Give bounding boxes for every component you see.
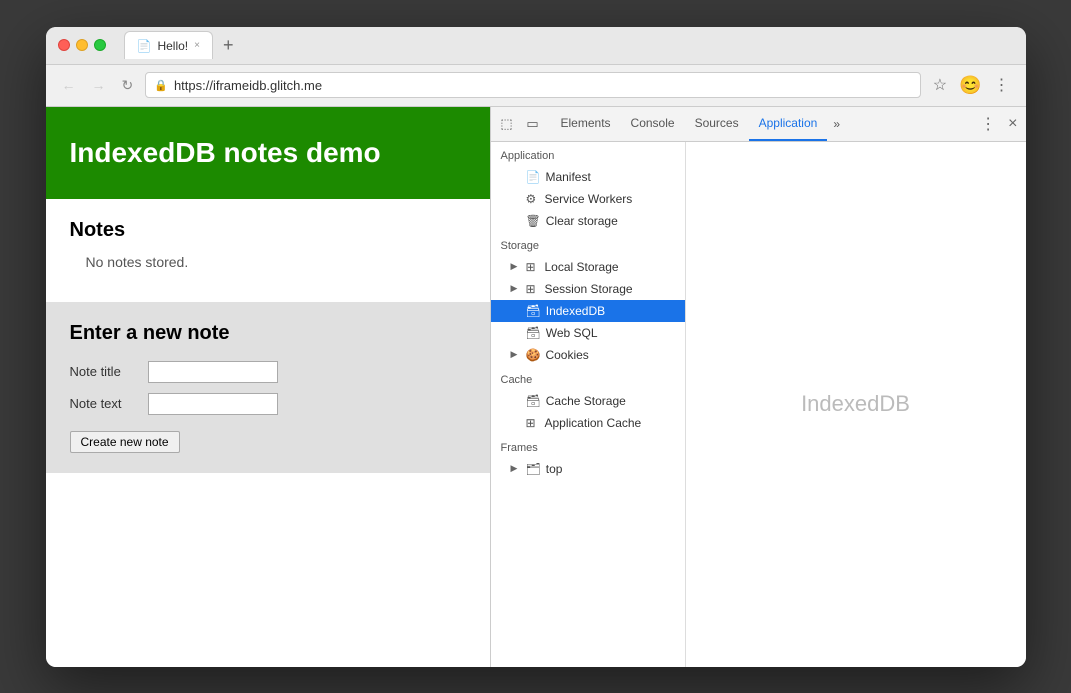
lock-icon: 🔒 [154, 79, 168, 92]
cache-section-label: Cache [491, 366, 685, 390]
sidebar-item-web-sql[interactable]: 🗃 Web SQL [491, 322, 685, 344]
main-area: IndexedDB notes demo Notes No notes stor… [46, 107, 1026, 667]
note-text-label: Note text [70, 396, 140, 411]
manifest-icon: 📄 [526, 170, 541, 184]
tab-close-button[interactable]: × [194, 40, 200, 51]
bookmark-icon[interactable]: ☆ [929, 73, 951, 97]
devtools-content-panel: IndexedDB [686, 142, 1026, 667]
sidebar-item-session-storage[interactable]: ▶ ⊞ Session Storage [491, 278, 685, 300]
tab-bar: 📄 Hello! × + [124, 31, 1014, 59]
no-notes-text: No notes stored. [86, 254, 466, 270]
expand-arrow: ▶ [511, 349, 521, 360]
devtools-sidebar: Application 📄 Manifest ⚙ Service Workers… [491, 142, 686, 667]
devtools-close-icon[interactable]: × [1004, 115, 1021, 133]
local-storage-icon: ⊞ [526, 260, 540, 274]
menu-icon[interactable]: ⋮ [990, 73, 1014, 97]
note-text-row: Note text [70, 393, 466, 415]
clear-storage-icon: 🗑 [526, 214, 541, 228]
new-note-heading: Enter a new note [70, 322, 466, 345]
devtools-body: Application 📄 Manifest ⚙ Service Workers… [491, 142, 1026, 667]
back-button[interactable]: ← [58, 75, 80, 95]
session-storage-icon: ⊞ [526, 282, 540, 296]
sidebar-item-cookies[interactable]: ▶ 🍪 Cookies [491, 344, 685, 366]
tab-application[interactable]: Application [749, 107, 828, 142]
devtools-toolbar-left: ⬚ ▭ [495, 112, 545, 136]
expand-arrow: ▶ [511, 261, 521, 272]
expand-arrow: ▶ [511, 463, 521, 474]
title-bar: 📄 Hello! × + [46, 27, 1026, 65]
address-input[interactable]: 🔒 https://iframeidb.glitch.me [145, 72, 921, 98]
profile-icon[interactable]: 😊 [959, 75, 981, 96]
application-cache-icon: ⊞ [526, 416, 540, 430]
maximize-button[interactable] [94, 39, 106, 51]
notes-heading: Notes [70, 219, 466, 242]
new-note-section: Enter a new note Note title Note text Cr… [46, 302, 490, 473]
new-tab-button[interactable]: + [217, 36, 240, 54]
page-title: IndexedDB notes demo [70, 137, 381, 168]
inspect-element-icon[interactable]: ⬚ [495, 112, 519, 136]
sidebar-item-top[interactable]: ▶ 🗂 top [491, 458, 685, 480]
note-title-row: Note title [70, 361, 466, 383]
notes-section: Notes No notes stored. [70, 219, 466, 270]
sidebar-item-local-storage[interactable]: ▶ ⊞ Local Storage [491, 256, 685, 278]
create-note-button[interactable]: Create new note [70, 431, 180, 453]
minimize-button[interactable] [76, 39, 88, 51]
cookies-icon: 🍪 [526, 348, 541, 362]
url-text: https://iframeidb.glitch.me [174, 78, 322, 93]
address-bar: ← → ↻ 🔒 https://iframeidb.glitch.me ☆ 😊 … [46, 65, 1026, 107]
note-title-label: Note title [70, 364, 140, 379]
sidebar-item-indexeddb[interactable]: 🗃 IndexedDB [491, 300, 685, 322]
tab-title: Hello! [157, 39, 188, 53]
traffic-lights [58, 39, 106, 51]
refresh-button[interactable]: ↻ [118, 75, 138, 96]
device-toggle-icon[interactable]: ▭ [521, 112, 545, 136]
service-workers-icon: ⚙ [526, 192, 540, 206]
more-tabs-button[interactable]: » [827, 117, 846, 131]
browser-tab[interactable]: 📄 Hello! × [124, 31, 213, 59]
webpage: IndexedDB notes demo Notes No notes stor… [46, 107, 491, 667]
frames-icon: 🗂 [526, 462, 541, 476]
sidebar-item-cache-storage[interactable]: 🗃 Cache Storage [491, 390, 685, 412]
tab-console[interactable]: Console [621, 107, 685, 142]
expand-arrow: ▶ [511, 283, 521, 294]
storage-section-label: Storage [491, 232, 685, 256]
tab-sources[interactable]: Sources [685, 107, 749, 142]
browser-window: 📄 Hello! × + ← → ↻ 🔒 https://iframeidb.g… [46, 27, 1026, 667]
tab-favicon: 📄 [137, 39, 152, 53]
sidebar-item-application-cache[interactable]: ⊞ Application Cache [491, 412, 685, 434]
devtools-options-icon[interactable]: ⋮ [976, 114, 1000, 134]
devtools-toolbar-right: ⋮ × [976, 114, 1021, 134]
devtools-panel: ⬚ ▭ Elements Console Sources Application… [491, 107, 1026, 667]
frames-section-label: Frames [491, 434, 685, 458]
indexeddb-placeholder-text: IndexedDB [801, 391, 910, 417]
application-section-label: Application [491, 142, 685, 166]
web-sql-icon: 🗃 [526, 326, 541, 340]
sidebar-item-manifest[interactable]: 📄 Manifest [491, 166, 685, 188]
page-header: IndexedDB notes demo [46, 107, 490, 199]
note-title-input[interactable] [148, 361, 278, 383]
page-body: Notes No notes stored. [46, 199, 490, 290]
devtools-tabs: ⬚ ▭ Elements Console Sources Application… [491, 107, 1026, 142]
sidebar-item-service-workers[interactable]: ⚙ Service Workers [491, 188, 685, 210]
cache-storage-icon: 🗃 [526, 394, 541, 408]
tab-elements[interactable]: Elements [551, 107, 621, 142]
forward-button[interactable]: → [88, 75, 110, 95]
indexeddb-icon: 🗃 [526, 304, 541, 318]
sidebar-item-clear-storage[interactable]: 🗑 Clear storage [491, 210, 685, 232]
close-button[interactable] [58, 39, 70, 51]
note-text-input[interactable] [148, 393, 278, 415]
